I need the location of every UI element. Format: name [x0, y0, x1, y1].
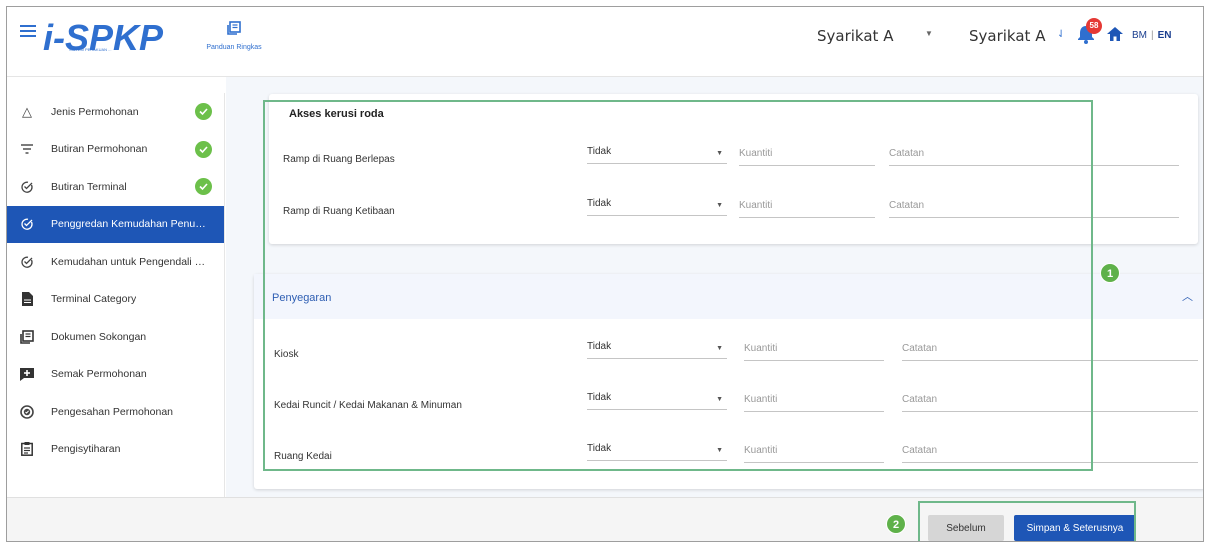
sidebar-item-butiran-terminal[interactable]: Butiran Terminal	[7, 168, 224, 206]
sidebar-item-semak-permohonan[interactable]: Semak Permohonan	[7, 356, 224, 394]
sidebar-item-label: Butiran Terminal	[51, 180, 127, 193]
annotation-box-buttons	[918, 501, 1136, 541]
check-circle-outline-icon	[19, 179, 35, 195]
guide-label: Panduan Ringkas	[206, 44, 262, 51]
sidebar-item-pengisytiharan[interactable]: Pengisytiharan	[7, 431, 224, 469]
quick-guide-link[interactable]: Panduan Ringkas	[199, 21, 269, 51]
check-circle-icon	[195, 178, 212, 196]
company-name: Syarikat A	[969, 27, 1046, 45]
check-circle-icon	[195, 140, 212, 158]
chevron-down-icon[interactable]: ▼	[925, 29, 933, 38]
annotation-marker-1: 1	[1100, 263, 1120, 283]
sidebar-item-label: Dokumen Sokongan	[51, 330, 147, 343]
sidebar-item-label: Jenis Permohonan	[51, 105, 139, 118]
check-circle-outline-icon	[19, 254, 35, 270]
document-icon	[19, 291, 35, 307]
sidebar-item-butiran-permohonan[interactable]: Butiran Permohonan	[7, 131, 224, 169]
chevron-up-icon[interactable]: ︿	[1182, 288, 1193, 304]
sidebar-item-label: Kemudahan untuk Pengendali Ba...	[51, 255, 211, 268]
add-box-icon	[19, 366, 35, 382]
sidebar-item-label: Terminal Category	[51, 293, 137, 306]
check-circle-icon	[195, 103, 212, 121]
lang-en[interactable]: EN	[1158, 30, 1172, 41]
sidebar-item-label: Pengisytiharan	[51, 443, 121, 456]
annotation-marker-2: 2	[886, 514, 906, 534]
ispkp-logo: i-SPKP	[43, 17, 164, 58]
app-window: i-SPKP SISTEM PERAKUAN ... Panduan Ringk…	[6, 6, 1204, 542]
check-circle-outline-icon	[19, 216, 35, 232]
home-icon[interactable]	[1107, 27, 1123, 41]
verified-icon	[19, 404, 35, 420]
notification-badge: 58	[1086, 18, 1102, 34]
step-sidebar: △ Jenis Permohonan Butiran Permohonan Bu…	[7, 93, 225, 498]
lang-bm[interactable]: BM	[1132, 30, 1147, 41]
sidebar-item-label: Semak Permohonan	[51, 368, 147, 381]
user-selector[interactable]: Syarikat A	[817, 27, 893, 45]
sidebar-item-jenis-permohonan[interactable]: △ Jenis Permohonan	[7, 93, 224, 131]
sidebar-item-terminal-category[interactable]: Terminal Category	[7, 281, 224, 319]
sidebar-item-penggredan-kemudahan[interactable]: Penggredan Kemudahan Penump...	[7, 205, 224, 243]
annotation-box-form-fields	[263, 100, 1093, 471]
filter-icon	[19, 141, 35, 157]
sort-icon[interactable]: ⇃	[1057, 29, 1065, 40]
language-switcher[interactable]: BM | EN	[1132, 30, 1172, 41]
sidebar-item-label: Pengesahan Permohonan	[51, 405, 174, 418]
triangle-icon: △	[22, 103, 32, 119]
sidebar-item-label: Butiran Permohonan	[51, 143, 148, 156]
library-icon	[19, 329, 35, 345]
sidebar-item-label: Penggredan Kemudahan Penump...	[51, 218, 211, 231]
sidebar-item-pengesahan-permohonan[interactable]: Pengesahan Permohonan	[7, 393, 224, 431]
top-header: i-SPKP SISTEM PERAKUAN ... Panduan Ringk…	[7, 7, 1203, 77]
logo-tagline: SISTEM PERAKUAN ...	[69, 47, 112, 52]
hamburger-menu-icon[interactable]	[20, 25, 36, 39]
sidebar-item-kemudahan-pengendali[interactable]: Kemudahan untuk Pengendali Ba...	[7, 243, 224, 281]
sidebar-item-dokumen-sokongan[interactable]: Dokumen Sokongan	[7, 318, 224, 356]
clipboard-icon	[19, 441, 35, 457]
library-icon	[227, 21, 241, 35]
lang-separator: |	[1151, 30, 1154, 41]
